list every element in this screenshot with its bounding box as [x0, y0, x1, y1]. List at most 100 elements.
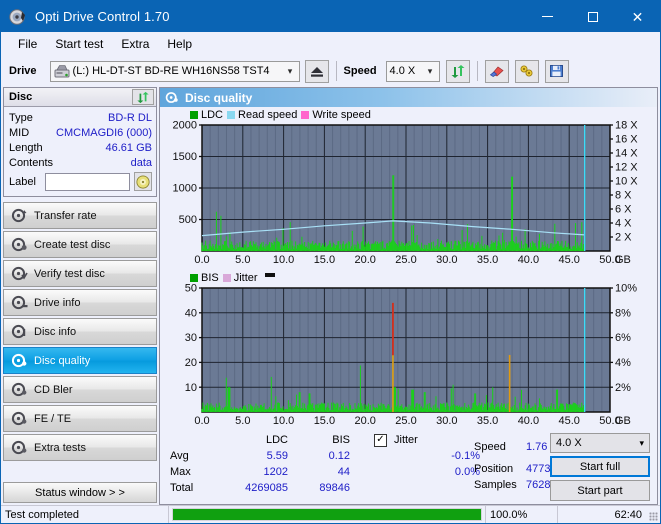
stats-row-label-total: Total: [170, 482, 194, 494]
save-button[interactable]: [544, 59, 569, 83]
disc-key-length: Length: [9, 141, 43, 154]
disc-burn-icon: [11, 237, 28, 252]
disc-label-caption: Label: [9, 175, 36, 188]
erase-button[interactable]: [484, 59, 509, 83]
menu-extra[interactable]: Extra: [112, 34, 158, 54]
disc-row-mid: MID CMCMAGDI6 (000): [9, 125, 152, 140]
legend-write-speed: Write speed: [301, 109, 371, 121]
jitter-checkbox[interactable]: ✓: [374, 433, 387, 447]
disc-test-icon: [11, 208, 28, 223]
disc-icon: [9, 8, 27, 26]
sidebar-item-extra-tests[interactable]: Extra tests: [3, 434, 157, 461]
jitter-label: Jitter: [394, 434, 418, 446]
toolbar: Drive (L:) HL-DT-ST BD-RE WH16NS58 TST4 …: [1, 55, 660, 87]
disc-value-length: 46.61 GB: [105, 141, 152, 154]
svg-text:25.0: 25.0: [395, 415, 416, 427]
status-message: Test completed: [1, 506, 169, 523]
speed-label: Speed: [343, 65, 377, 77]
position-label: Position: [474, 463, 514, 475]
sidebar-item-label: CD Bler: [34, 383, 73, 396]
sidebar-item-create-test-disc[interactable]: Create test disc: [3, 231, 157, 258]
svg-text:1500: 1500: [173, 151, 197, 163]
stats-buttons: 4.0 X ▾ Start full Start part: [550, 433, 650, 501]
stats-row-max: Max 1202 44: [170, 464, 360, 480]
disc-label-row: Label: [9, 171, 152, 192]
maximize-button[interactable]: [570, 1, 615, 32]
legend-read-speed: Read speed: [227, 109, 297, 121]
sidebar-item-label: Disc quality: [34, 354, 91, 367]
progress-fill: [173, 509, 481, 520]
toolbar-separator-2: [476, 61, 478, 81]
resize-grip[interactable]: [646, 506, 660, 523]
jitter-avg-value: -0.1%: [451, 450, 480, 462]
svg-text:25.0: 25.0: [395, 254, 416, 266]
svg-text:15.0: 15.0: [314, 415, 335, 427]
sidebar-item-cd-bler[interactable]: CD Bler: [3, 376, 157, 403]
svg-text:30.0: 30.0: [436, 415, 457, 427]
disc-key-type: Type: [9, 111, 33, 124]
drive-label: Drive: [9, 65, 37, 77]
sidebar-item-disc-info[interactable]: Disc info: [3, 318, 157, 345]
svg-text:10.0: 10.0: [273, 254, 294, 266]
sidebar-item-verify-test-disc[interactable]: Verify test disc: [3, 260, 157, 287]
status-window-button[interactable]: Status window > >: [3, 482, 157, 503]
samples-label: Samples: [474, 479, 517, 491]
svg-text:35.0: 35.0: [477, 254, 498, 266]
disc-row-contents: Contents data: [9, 155, 152, 170]
menu-file[interactable]: File: [9, 34, 46, 54]
nav-list: Transfer rate Create test disc Verify te…: [3, 202, 157, 461]
disc-bler-icon: [11, 382, 28, 397]
menu-start-test[interactable]: Start test: [46, 34, 112, 54]
svg-text:16 X: 16 X: [615, 134, 638, 146]
main-body: Disc Type BD-R DL MID CMCMAGDI6 (000) Le…: [1, 87, 660, 505]
window-controls: ✕: [525, 1, 660, 32]
panel-title: Disc quality: [185, 90, 253, 105]
sidebar-item-transfer-rate[interactable]: Transfer rate: [3, 202, 157, 229]
disc-refresh-button[interactable]: [132, 89, 154, 105]
svg-text:50: 50: [185, 284, 197, 295]
svg-text:12 X: 12 X: [615, 162, 638, 174]
title-bar: Opti Drive Control 1.70 ✕: [1, 1, 660, 32]
disc-label-button[interactable]: [133, 172, 152, 191]
speed-select[interactable]: 4.0 X ▾: [385, 60, 440, 82]
drive-select[interactable]: (L:) HL-DT-ST BD-RE WH16NS58 TST4 ▾: [49, 60, 300, 82]
svg-text:0.0: 0.0: [194, 254, 209, 266]
menu-bar: File Start test Extra Help: [1, 32, 660, 55]
minimize-button[interactable]: [525, 1, 570, 32]
svg-text:4 X: 4 X: [615, 218, 632, 230]
test-speed-select[interactable]: 4.0 X ▾: [550, 433, 650, 453]
svg-text:8%: 8%: [615, 307, 631, 319]
svg-text:10: 10: [185, 382, 197, 394]
close-button[interactable]: ✕: [615, 1, 660, 32]
refresh-button[interactable]: [445, 59, 470, 83]
disc-label-input[interactable]: [44, 172, 130, 191]
legend-label-ldc: LDC: [201, 108, 224, 121]
sidebar-item-fe-te[interactable]: FE / TE: [3, 405, 157, 432]
svg-text:40.0: 40.0: [518, 415, 539, 427]
disc-extra-icon: [11, 440, 28, 455]
legend-label-read-speed: Read speed: [238, 108, 298, 121]
tools-button[interactable]: [514, 59, 539, 83]
disc-key-contents: Contents: [9, 156, 54, 169]
svg-text:45.0: 45.0: [558, 254, 579, 266]
menu-help[interactable]: Help: [158, 34, 201, 54]
panel-header: Disc quality: [160, 88, 657, 107]
svg-text:10%: 10%: [615, 284, 637, 295]
sidebar-item-drive-info[interactable]: Drive info: [3, 289, 157, 316]
eject-button[interactable]: [304, 59, 329, 83]
sidebar-item-disc-quality[interactable]: Disc quality: [3, 347, 157, 374]
disc-quality-icon: [11, 353, 28, 368]
sidebar: Disc Type BD-R DL MID CMCMAGDI6 (000) Le…: [1, 87, 159, 505]
stats-row-avg: Avg 5.59 0.12: [170, 448, 360, 464]
drive-icon: [54, 64, 70, 78]
stats-row-total: Total 4269085 89846: [170, 480, 360, 496]
svg-text:35.0: 35.0: [477, 415, 498, 427]
start-full-button[interactable]: Start full: [550, 456, 650, 477]
ldc-chart-legend: LDC Read speed Write speed: [162, 108, 655, 121]
chevron-down-icon: ▾: [427, 65, 433, 76]
svg-text:40: 40: [185, 307, 197, 319]
svg-text:14 X: 14 X: [615, 148, 638, 160]
legend-swatch-jitter: [222, 273, 231, 282]
start-part-button[interactable]: Start part: [550, 480, 650, 501]
legend-jitter: Jitter: [222, 272, 258, 284]
